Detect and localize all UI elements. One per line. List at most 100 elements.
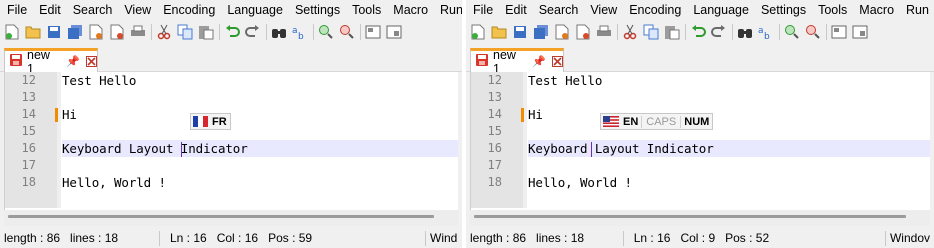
menu-tools[interactable]: Tools xyxy=(812,0,853,20)
editor-line[interactable]: 12 Test Hello xyxy=(5,72,458,89)
scrollbar-thumb[interactable] xyxy=(474,215,906,218)
close-file-icon[interactable] xyxy=(88,24,104,40)
cut-icon[interactable] xyxy=(156,24,172,40)
menu-settings[interactable]: Settings xyxy=(289,0,346,20)
new-file-icon[interactable] xyxy=(4,24,20,40)
print-icon[interactable] xyxy=(596,24,612,40)
zoom-out-icon[interactable] xyxy=(805,24,821,40)
menu-run[interactable]: Run xyxy=(900,0,934,20)
new-file-icon[interactable] xyxy=(470,24,486,40)
menu-view[interactable]: View xyxy=(584,0,623,20)
close-all-icon[interactable] xyxy=(575,24,591,40)
line-text[interactable]: Hi xyxy=(528,106,930,123)
sync-vertical-icon[interactable] xyxy=(365,24,381,40)
close-tab-icon[interactable] xyxy=(86,56,97,67)
menu-file[interactable]: File xyxy=(0,0,33,20)
redo-icon[interactable] xyxy=(245,24,261,40)
status-eol[interactable]: Wind xyxy=(426,231,461,246)
find-icon[interactable] xyxy=(737,24,753,40)
paste-icon[interactable] xyxy=(198,24,214,40)
menu-macro[interactable]: Macro xyxy=(387,0,434,20)
editor-line-current[interactable]: 16 Keyboard Layout Indicator xyxy=(471,140,930,157)
line-text[interactable]: Keyboard Layout Indicator xyxy=(62,140,458,157)
line-text[interactable] xyxy=(62,123,458,140)
menu-view[interactable]: View xyxy=(118,0,157,20)
line-text[interactable] xyxy=(528,157,930,174)
zoom-in-icon[interactable] xyxy=(784,24,800,40)
copy-icon[interactable] xyxy=(643,24,659,40)
zoom-out-icon[interactable] xyxy=(339,24,355,40)
editor-line[interactable]: 14 Hi xyxy=(5,106,458,123)
tab-new-1[interactable]: new 1 📌 xyxy=(470,48,564,76)
horizontal-scrollbar[interactable] xyxy=(4,210,458,226)
line-text[interactable]: Keyboard Layout Indicator xyxy=(528,140,930,157)
undo-icon[interactable] xyxy=(690,24,706,40)
tab-bar: new 1 📌 xyxy=(466,45,934,76)
line-text[interactable]: Test Hello xyxy=(528,72,930,89)
menu-edit[interactable]: Edit xyxy=(33,0,67,20)
line-text[interactable]: Hi xyxy=(62,106,458,123)
menu-encoding[interactable]: Encoding xyxy=(623,0,687,20)
tab-new-1[interactable]: new 1 📌 xyxy=(4,48,98,76)
cut-icon[interactable] xyxy=(622,24,638,40)
menu-language[interactable]: Language xyxy=(221,0,289,20)
line-text[interactable] xyxy=(528,123,930,140)
open-file-icon[interactable] xyxy=(491,24,507,40)
copy-icon[interactable] xyxy=(177,24,193,40)
save-all-icon[interactable] xyxy=(533,24,549,40)
line-text[interactable]: Hello, World ! xyxy=(62,174,458,191)
editor-area[interactable]: 12 Test Hello 13 14 Hi 15 16 Keyboard La… xyxy=(4,72,458,210)
editor-line[interactable]: 17 xyxy=(471,157,930,174)
line-text[interactable]: Hello, World ! xyxy=(528,174,930,191)
editor-line-current[interactable]: 16 Keyboard Layout Indicator xyxy=(5,140,458,157)
save-icon[interactable] xyxy=(512,24,528,40)
sync-horizontal-icon[interactable] xyxy=(852,24,868,40)
menu-language[interactable]: Language xyxy=(687,0,755,20)
save-icon[interactable] xyxy=(46,24,62,40)
editor-line[interactable]: 13 xyxy=(471,89,930,106)
editor-line[interactable]: 15 xyxy=(5,123,458,140)
editor-line[interactable]: 17 xyxy=(5,157,458,174)
redo-icon[interactable] xyxy=(711,24,727,40)
sync-horizontal-icon[interactable] xyxy=(386,24,402,40)
menu-search[interactable]: Search xyxy=(533,0,585,20)
pin-icon[interactable]: 📌 xyxy=(532,55,546,68)
zoom-in-icon[interactable] xyxy=(318,24,334,40)
editor-area[interactable]: 12 Test Hello 13 14 Hi 15 16 Keyboard La… xyxy=(470,72,930,210)
horizontal-scrollbar[interactable] xyxy=(470,210,930,226)
menu-file[interactable]: File xyxy=(466,0,499,20)
paste-icon[interactable] xyxy=(664,24,680,40)
line-text[interactable] xyxy=(62,157,458,174)
scrollbar-thumb[interactable] xyxy=(8,215,434,218)
menu-edit[interactable]: Edit xyxy=(499,0,533,20)
open-file-icon[interactable] xyxy=(25,24,41,40)
menu-run[interactable]: Run xyxy=(434,0,462,20)
editor-line[interactable]: 18 Hello, World ! xyxy=(5,174,458,191)
undo-icon[interactable] xyxy=(224,24,240,40)
menu-macro[interactable]: Macro xyxy=(853,0,900,20)
menu-encoding[interactable]: Encoding xyxy=(157,0,221,20)
line-text[interactable] xyxy=(62,89,458,106)
menu-tools[interactable]: Tools xyxy=(346,0,387,20)
caps-lock-state: CAPS xyxy=(641,115,680,128)
close-file-icon[interactable] xyxy=(554,24,570,40)
save-all-icon[interactable] xyxy=(67,24,83,40)
print-icon[interactable] xyxy=(130,24,146,40)
close-tab-icon[interactable] xyxy=(552,56,563,67)
status-eol[interactable]: Windov xyxy=(886,231,934,246)
editor-line[interactable]: 13 xyxy=(5,89,458,106)
menu-search[interactable]: Search xyxy=(67,0,119,20)
pin-icon[interactable]: 📌 xyxy=(66,55,80,68)
menu-settings[interactable]: Settings xyxy=(755,0,812,20)
line-text[interactable] xyxy=(528,89,930,106)
close-all-icon[interactable] xyxy=(109,24,125,40)
replace-icon[interactable]: ab xyxy=(292,24,308,40)
editor-line[interactable]: 18 Hello, World ! xyxy=(471,174,930,191)
status-length: length : 86 xyxy=(4,231,61,245)
editor-line[interactable]: 12 Test Hello xyxy=(471,72,930,89)
find-icon[interactable] xyxy=(271,24,287,40)
status-bar: length : 86 lines : 18 Ln : 16 Col : 9 Pos … xyxy=(466,229,934,248)
replace-icon[interactable]: ab xyxy=(758,24,774,40)
sync-vertical-icon[interactable] xyxy=(831,24,847,40)
line-text[interactable]: Test Hello xyxy=(62,72,458,89)
